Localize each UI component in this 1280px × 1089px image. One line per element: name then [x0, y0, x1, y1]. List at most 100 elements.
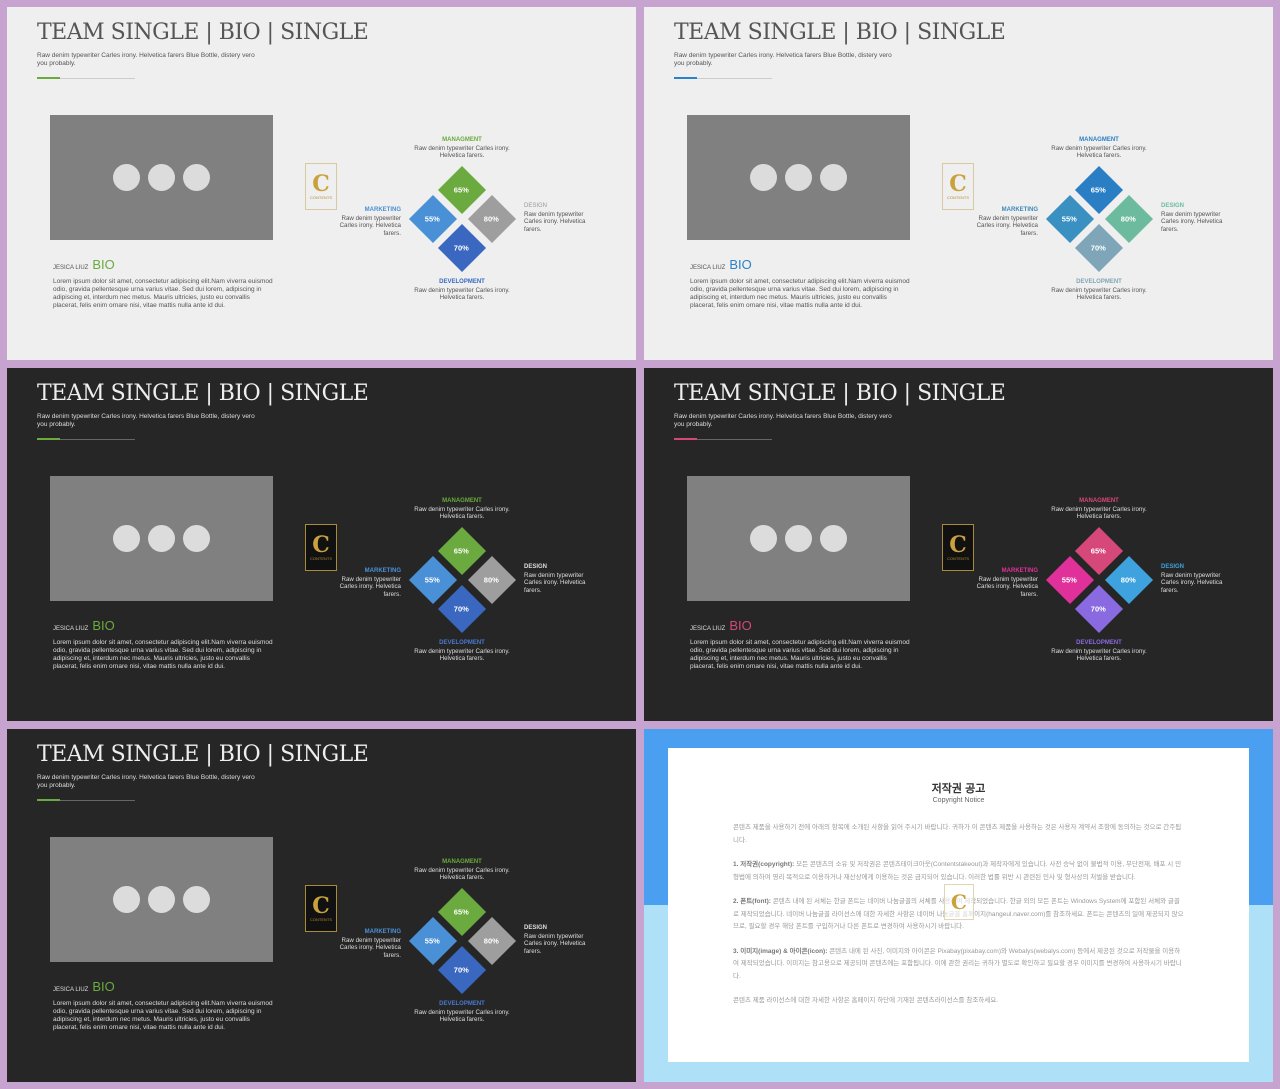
skill-diamond-design: 80% — [467, 555, 517, 605]
skill-value: 70% — [454, 604, 470, 614]
skill-label-marketing: MARKETING Raw denim typewriter Carles iro… — [331, 568, 401, 598]
logo-letter: C — [312, 171, 330, 197]
skill-value: 65% — [454, 546, 470, 556]
placeholder-dot-icon — [148, 886, 175, 913]
skill-desc: Raw denim typewriter Carles irony. Helve… — [1161, 571, 1223, 594]
skill-diamond-development: 70% — [1074, 584, 1124, 634]
skill-value: 65% — [454, 907, 470, 917]
skill-desc: Raw denim typewriter Carles irony. Helve… — [339, 575, 401, 598]
bio-text: Lorem ipsum dolor sit amet, consectetur … — [690, 639, 910, 670]
skill-heading: DEVELOPMENT — [439, 1001, 485, 1007]
skill-label-managment: MANAGMENT Raw denim typewriter Carles iro… — [412, 137, 512, 160]
placeholder-dot-icon — [113, 164, 140, 191]
title-divider — [674, 77, 772, 79]
skill-label-development: DEVELOPMENT Raw denim typewriter Carles i… — [1049, 640, 1149, 663]
skill-value: 70% — [1091, 243, 1107, 253]
skill-label-development: DEVELOPMENT Raw denim typewriter Carles i… — [1049, 279, 1149, 302]
skill-label-marketing: MARKETING Raw denim typewriter Carles iro… — [331, 929, 401, 959]
slide-subtitle: Raw denim typewriter Carles irony. Helve… — [674, 413, 892, 428]
placeholder-dot-icon — [148, 525, 175, 552]
skill-heading: DEVELOPMENT — [1076, 640, 1122, 646]
skill-heading: DEVELOPMENT — [1076, 279, 1122, 285]
logo-letter: C — [312, 532, 330, 558]
photo-placeholder[interactable] — [50, 115, 273, 240]
skill-value: 80% — [484, 214, 500, 224]
skill-heading: MANAGMENT — [442, 498, 482, 504]
copyright-item-head: 3. 이미지(image) & 아이콘(icon): — [733, 947, 828, 955]
copyright-outro: 콘텐츠 제품 라이선스에 대한 자세한 사항은 홈페이지 하단에 기재된 콘텐츠… — [733, 997, 999, 1004]
skill-desc: Raw denim typewriter Carles irony. Helve… — [339, 936, 401, 959]
skill-heading: DESIGN — [524, 925, 548, 931]
skill-value: 70% — [454, 965, 470, 975]
skill-label-design: DESIGN Raw denim typewriter Carles irony.… — [1161, 203, 1233, 233]
slide-title: TEAM SINGLE | BIO | SINGLE — [37, 381, 369, 406]
skill-label-managment: MANAGMENT Raw denim typewriter Carles iro… — [412, 859, 512, 882]
skill-desc: Raw denim typewriter Carles irony. Helve… — [524, 932, 586, 955]
skill-value: 65% — [1091, 185, 1107, 195]
logo-text: CONTENTS — [310, 917, 332, 922]
placeholder-dot-icon — [183, 886, 210, 913]
team-bio-slide: TEAM SINGLE | BIO | SINGLE Raw denim typ… — [7, 7, 636, 360]
slide-title: TEAM SINGLE | BIO | SINGLE — [674, 20, 1006, 45]
skill-heading: DESIGN — [1161, 203, 1185, 209]
skill-heading: MANAGMENT — [442, 137, 482, 143]
skill-diamond-development: 70% — [437, 223, 487, 273]
placeholder-dot-icon — [820, 525, 847, 552]
copyright-card: 저작권 공고 Copyright Notice 콘텐츠 제품을 사용하기 전에 … — [668, 748, 1249, 1062]
photo-placeholder[interactable] — [687, 476, 910, 601]
skill-value: 55% — [425, 214, 441, 224]
slide-subtitle: Raw denim typewriter Carles irony. Helve… — [37, 774, 255, 789]
brand-logo: C CONTENTS — [942, 163, 974, 210]
skill-desc: Raw denim typewriter Carles irony. Helve… — [1051, 144, 1147, 160]
placeholder-dot-icon — [750, 164, 777, 191]
name-label: JESICA LIUZ — [690, 265, 726, 271]
copyright-item: 1. 저작권(copyright): 모든 콘텐츠의 소유 및 저작권은 콘텐츠… — [733, 859, 1185, 884]
team-bio-slide: TEAM SINGLE | BIO | SINGLE Raw denim typ… — [7, 729, 636, 1082]
slide-subtitle: Raw denim typewriter Carles irony. Helve… — [37, 413, 255, 428]
logo-letter: C — [949, 171, 967, 197]
copyright-intro: 콘텐츠 제품을 사용하기 전에 아래의 항목에 소개된 사항을 읽어 주시기 바… — [733, 824, 1182, 844]
slide-subtitle: Raw denim typewriter Carles irony. Helve… — [674, 52, 892, 67]
name-label: JESICA LIUZ — [53, 626, 89, 632]
placeholder-dot-icon — [113, 525, 140, 552]
skill-label-managment: MANAGMENT Raw denim typewriter Carles iro… — [1049, 498, 1149, 521]
logo-letter: C — [312, 893, 330, 919]
skill-heading: DESIGN — [1161, 564, 1185, 570]
skill-value: 80% — [484, 575, 500, 585]
bio-heading: BIO — [92, 618, 115, 633]
skill-desc: Raw denim typewriter Carles irony. Helve… — [524, 210, 586, 233]
skill-heading: DESIGN — [524, 564, 548, 570]
slide-title: TEAM SINGLE | BIO | SINGLE — [37, 742, 369, 767]
skill-value: 80% — [1121, 575, 1137, 585]
person-name: JESICA LIUZ BIO — [53, 618, 115, 633]
skill-heading: DEVELOPMENT — [439, 279, 485, 285]
person-name: JESICA LIUZ BIO — [53, 257, 115, 272]
skill-label-marketing: MARKETING Raw denim typewriter Carles iro… — [968, 568, 1038, 598]
person-name: JESICA LIUZ BIO — [53, 979, 115, 994]
skill-desc: Raw denim typewriter Carles irony. Helve… — [339, 214, 401, 237]
skill-heading: MARKETING — [364, 568, 401, 574]
skill-heading: DEVELOPMENT — [439, 640, 485, 646]
placeholder-dot-icon — [785, 525, 812, 552]
name-label: JESICA LIUZ — [53, 265, 89, 271]
photo-placeholder[interactable] — [50, 837, 273, 962]
skill-value: 70% — [454, 243, 470, 253]
bio-text: Lorem ipsum dolor sit amet, consectetur … — [53, 639, 273, 670]
photo-placeholder[interactable] — [687, 115, 910, 240]
skill-heading: MARKETING — [1001, 568, 1038, 574]
skill-heading: MARKETING — [364, 207, 401, 213]
bio-heading: BIO — [729, 257, 752, 272]
skill-label-development: DEVELOPMENT Raw denim typewriter Carles i… — [412, 640, 512, 663]
skill-desc: Raw denim typewriter Carles irony. Helve… — [414, 286, 510, 302]
placeholder-dot-icon — [785, 164, 812, 191]
skill-heading: MANAGMENT — [442, 859, 482, 865]
copyright-subtitle: Copyright Notice — [932, 797, 985, 804]
skill-desc: Raw denim typewriter Carles irony. Helve… — [1051, 647, 1147, 663]
skill-label-design: DESIGN Raw denim typewriter Carles irony.… — [524, 925, 596, 955]
bio-text: Lorem ipsum dolor sit amet, consectetur … — [690, 278, 910, 309]
placeholder-dot-icon — [820, 164, 847, 191]
skill-value: 55% — [425, 936, 441, 946]
title-divider — [674, 438, 772, 440]
photo-placeholder[interactable] — [50, 476, 273, 601]
skill-value: 55% — [1062, 575, 1078, 585]
